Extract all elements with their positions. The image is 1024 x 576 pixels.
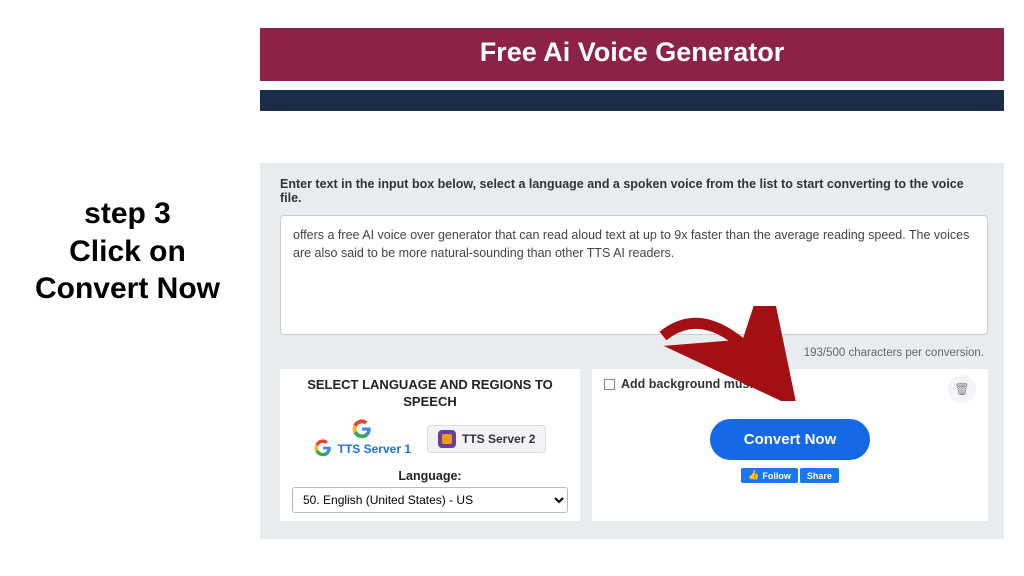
form-panel: Enter text in the input box below, selec… xyxy=(260,163,1004,539)
app-panel: Free Ai Voice Generator Enter text in th… xyxy=(260,28,1004,539)
fb-share-button[interactable]: Share xyxy=(800,468,839,483)
fb-follow-button[interactable]: 👍 Follow xyxy=(741,468,798,483)
convert-panel: Add background music 🗑 Convert Now 👍 Fol… xyxy=(592,369,988,521)
instruction-text: Enter text in the input box below, selec… xyxy=(280,177,988,205)
google-icon xyxy=(314,439,334,459)
language-select[interactable]: 50. English (United States) - US xyxy=(292,487,568,513)
server2-label: TTS Server 2 xyxy=(462,432,535,446)
google-icon xyxy=(352,419,372,439)
language-panel: SELECT LANGUAGE AND REGIONS TO SPEECH TT… xyxy=(280,369,580,521)
fb-buttons: 👍 Follow Share xyxy=(604,468,976,483)
server-options: TTS Server 1 TTS Server 2 xyxy=(292,419,568,459)
step-line3: Convert Now xyxy=(0,270,255,308)
add-music-row[interactable]: Add background music xyxy=(604,377,976,391)
language-label: Language: xyxy=(292,469,568,483)
tts-server-1[interactable]: TTS Server 1 xyxy=(314,419,411,459)
language-heading: SELECT LANGUAGE AND REGIONS TO SPEECH xyxy=(292,377,568,411)
server2-icon xyxy=(438,430,456,448)
tts-server-2[interactable]: TTS Server 2 xyxy=(427,425,546,453)
page-title: Free Ai Voice Generator xyxy=(260,28,1004,81)
text-input[interactable] xyxy=(280,215,988,335)
nav-bar xyxy=(260,90,1004,111)
trash-icon: 🗑 xyxy=(954,382,969,396)
step-instruction-panel: step 3 Click on Convert Now xyxy=(0,195,255,308)
options-row: SELECT LANGUAGE AND REGIONS TO SPEECH TT… xyxy=(280,369,988,521)
convert-now-button[interactable]: Convert Now xyxy=(710,419,871,460)
server1-label: TTS Server 1 xyxy=(338,442,411,456)
thumb-icon: 👍 xyxy=(748,470,759,481)
step-line1: step 3 xyxy=(0,195,255,233)
step-line2: Click on xyxy=(0,233,255,271)
checkbox-icon[interactable] xyxy=(604,379,615,390)
char-counter: 193/500 characters per conversion. xyxy=(280,347,984,359)
add-music-label: Add background music xyxy=(621,377,760,391)
trash-button[interactable]: 🗑 xyxy=(948,375,976,403)
fb-follow-label: Follow xyxy=(762,471,791,481)
